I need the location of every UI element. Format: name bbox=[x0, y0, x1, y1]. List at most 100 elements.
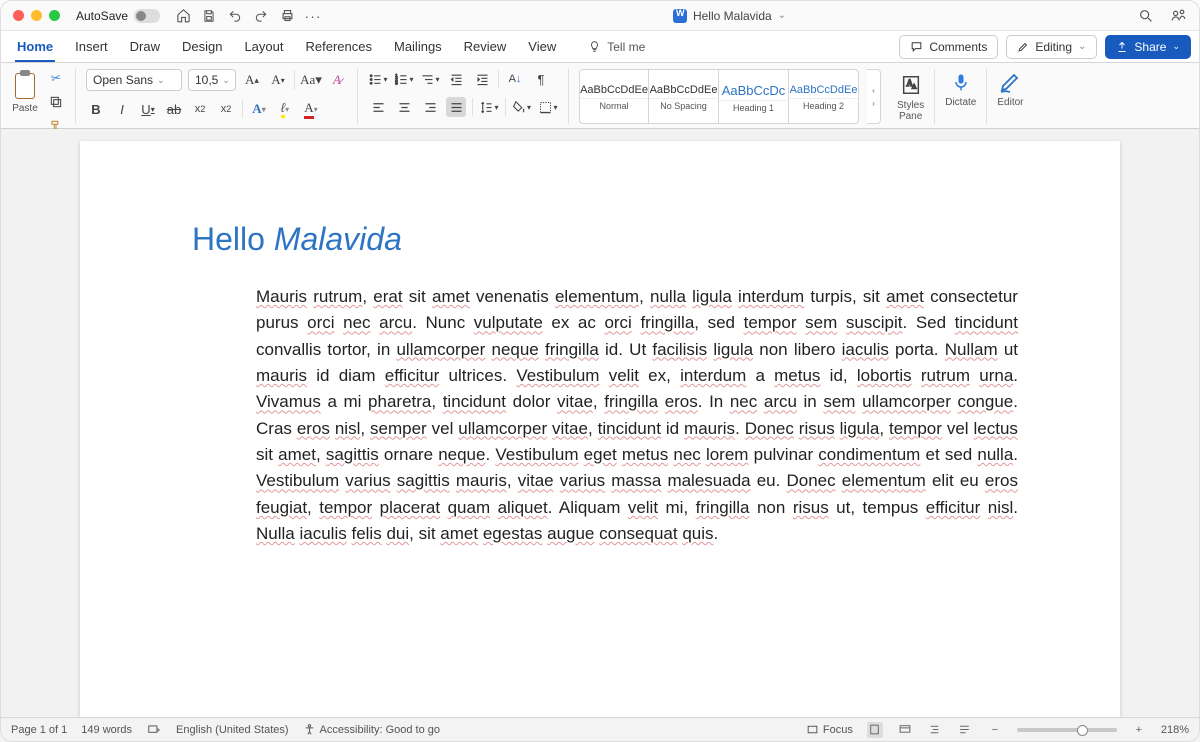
save-icon[interactable] bbox=[200, 7, 218, 25]
search-icon[interactable] bbox=[1137, 7, 1155, 25]
italic-button[interactable]: I bbox=[112, 99, 132, 119]
tab-mailings[interactable]: Mailings bbox=[392, 31, 444, 62]
view-draft-button[interactable] bbox=[957, 722, 973, 738]
group-editor: Editor bbox=[997, 69, 1033, 124]
view-web-layout-button[interactable] bbox=[897, 722, 913, 738]
focus-icon bbox=[806, 723, 819, 736]
tell-me-label: Tell me bbox=[607, 40, 645, 54]
status-language[interactable]: English (United States) bbox=[176, 724, 289, 736]
tab-references[interactable]: References bbox=[304, 31, 374, 62]
clear-formatting-button[interactable]: A̷ bbox=[327, 70, 347, 90]
undo-icon[interactable] bbox=[226, 7, 244, 25]
home-icon[interactable] bbox=[174, 7, 192, 25]
zoom-in-button[interactable]: + bbox=[1131, 722, 1147, 738]
redo-icon[interactable] bbox=[252, 7, 270, 25]
styles-expand-button[interactable]: ‹› bbox=[867, 69, 881, 124]
tab-design[interactable]: Design bbox=[180, 31, 224, 62]
show-marks-button[interactable]: ¶ bbox=[531, 69, 551, 89]
share-people-icon[interactable] bbox=[1169, 7, 1187, 25]
group-font: Open Sans⌄ 10,5⌄ A▴ A▾ Aa▾ A̷ B I U▾ ab … bbox=[86, 69, 358, 124]
chevron-down-icon: ⌄ bbox=[778, 10, 786, 21]
upload-icon bbox=[1116, 41, 1128, 53]
window-maximize[interactable] bbox=[49, 10, 60, 21]
document-body[interactable]: Mauris rutrum, erat sit amet venenatis e… bbox=[256, 284, 1018, 547]
tab-review[interactable]: Review bbox=[462, 31, 509, 62]
zoom-out-button[interactable]: − bbox=[987, 722, 1003, 738]
shading-button[interactable]: ▾ bbox=[512, 97, 532, 117]
chevron-down-icon: ⌄ bbox=[1078, 41, 1086, 52]
text-effects-button[interactable]: A▾ bbox=[249, 99, 269, 119]
status-words[interactable]: 149 words bbox=[81, 724, 132, 736]
tab-home[interactable]: Home bbox=[15, 31, 55, 62]
style-card-heading-1[interactable]: AaBbCcDcHeading 1 bbox=[719, 69, 789, 124]
superscript-button[interactable]: x2 bbox=[216, 99, 236, 119]
tab-layout[interactable]: Layout bbox=[242, 31, 285, 62]
editor-button[interactable]: Editor bbox=[997, 69, 1023, 108]
document-area[interactable]: Hello Malavida Mauris rutrum, erat sit a… bbox=[1, 129, 1199, 717]
ribbon: Paste ✂ Open Sans⌄ 10,5⌄ A▴ A▾ Aa▾ A̷ bbox=[1, 63, 1199, 129]
microphone-icon bbox=[949, 69, 973, 95]
decrease-indent-button[interactable] bbox=[446, 69, 466, 89]
styles-pane-button[interactable]: AA Styles Pane bbox=[897, 69, 924, 124]
tab-draw[interactable]: Draw bbox=[128, 31, 162, 62]
strikethrough-button[interactable]: ab bbox=[164, 99, 184, 119]
zoom-level[interactable]: 218% bbox=[1161, 724, 1189, 736]
zoom-slider[interactable] bbox=[1017, 728, 1117, 732]
increase-indent-button[interactable] bbox=[472, 69, 492, 89]
focus-mode-button[interactable]: Focus bbox=[806, 723, 853, 736]
highlight-button[interactable]: ℓ▾ bbox=[275, 99, 295, 119]
grow-font-button[interactable]: A▴ bbox=[242, 70, 262, 90]
align-left-button[interactable] bbox=[368, 97, 388, 117]
cut-button[interactable]: ✂ bbox=[46, 68, 67, 89]
status-page[interactable]: Page 1 of 1 bbox=[11, 724, 67, 736]
style-gallery: AaBbCcDdEeNormalAaBbCcDdEeNo SpacingAaBb… bbox=[579, 69, 859, 124]
view-print-layout-button[interactable] bbox=[867, 722, 883, 738]
autosave-toggle[interactable]: AutoSave bbox=[76, 9, 160, 23]
document-title-wrap[interactable]: Hello Malavida ⌄ bbox=[330, 9, 1129, 23]
style-card-heading-2[interactable]: AaBbCcDdEeHeading 2 bbox=[789, 69, 859, 124]
borders-button[interactable]: ▾ bbox=[538, 97, 558, 117]
more-icon[interactable]: ··· bbox=[304, 7, 322, 25]
change-case-button[interactable]: Aa▾ bbox=[301, 70, 321, 90]
editing-label: Editing bbox=[1035, 40, 1072, 54]
font-color-button[interactable]: A▾ bbox=[301, 99, 321, 119]
comments-label: Comments bbox=[929, 40, 987, 54]
document-heading[interactable]: Hello Malavida bbox=[192, 221, 1018, 258]
paste-button[interactable]: Paste bbox=[11, 69, 39, 114]
editing-mode-button[interactable]: Editing ⌄ bbox=[1006, 35, 1097, 59]
view-outline-button[interactable] bbox=[927, 722, 943, 738]
subscript-button[interactable]: x2 bbox=[190, 99, 210, 119]
font-size-select[interactable]: 10,5⌄ bbox=[188, 69, 236, 91]
tab-insert[interactable]: Insert bbox=[73, 31, 110, 62]
sort-button[interactable]: A↓ bbox=[505, 69, 525, 89]
shrink-font-button[interactable]: A▾ bbox=[268, 70, 288, 90]
style-card-no-spacing[interactable]: AaBbCcDdEeNo Spacing bbox=[649, 69, 719, 124]
align-center-button[interactable] bbox=[394, 97, 414, 117]
tab-view[interactable]: View bbox=[526, 31, 558, 62]
font-name-select[interactable]: Open Sans⌄ bbox=[86, 69, 182, 91]
align-justify-button[interactable] bbox=[446, 97, 466, 117]
ribbon-tabs: Home Insert Draw Design Layout Reference… bbox=[15, 31, 645, 62]
numbering-button[interactable]: 123▾ bbox=[394, 69, 414, 89]
print-icon[interactable] bbox=[278, 7, 296, 25]
copy-button[interactable] bbox=[47, 93, 65, 111]
multilevel-list-button[interactable]: ▾ bbox=[420, 69, 440, 89]
window-close[interactable] bbox=[13, 10, 24, 21]
share-button[interactable]: Share ⌄ bbox=[1105, 35, 1191, 59]
document-page[interactable]: Hello Malavida Mauris rutrum, erat sit a… bbox=[80, 141, 1120, 717]
style-card-normal[interactable]: AaBbCcDdEeNormal bbox=[579, 69, 649, 124]
spellcheck-icon[interactable] bbox=[146, 722, 162, 738]
underline-button[interactable]: U▾ bbox=[138, 99, 158, 119]
pencil-icon bbox=[1017, 41, 1029, 53]
dictate-button[interactable]: Dictate bbox=[945, 69, 976, 108]
bullets-button[interactable]: ▾ bbox=[368, 69, 388, 89]
paste-label: Paste bbox=[12, 103, 38, 114]
line-spacing-button[interactable]: ▾ bbox=[479, 97, 499, 117]
bold-button[interactable]: B bbox=[86, 99, 106, 119]
heading-italic: Malavida bbox=[274, 221, 402, 257]
comments-button[interactable]: Comments bbox=[899, 35, 998, 59]
tell-me[interactable]: Tell me bbox=[588, 40, 645, 54]
align-right-button[interactable] bbox=[420, 97, 440, 117]
status-accessibility[interactable]: Accessibility: Good to go bbox=[303, 723, 440, 736]
window-minimize[interactable] bbox=[31, 10, 42, 21]
